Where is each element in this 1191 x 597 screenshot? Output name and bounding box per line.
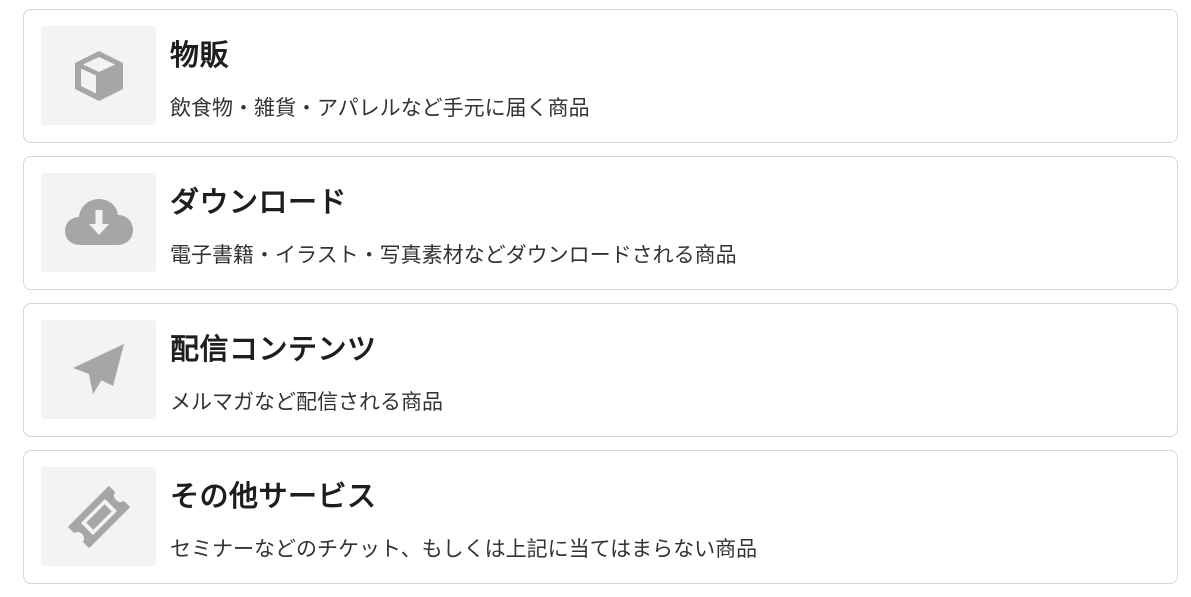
option-description: 飲食物・雑貨・アパレルなど手元に届く商品 — [170, 96, 590, 120]
product-type-option-other-service[interactable]: その他サービス セミナーなどのチケット、もしくは上記に当てはまらない商品 — [23, 450, 1178, 584]
icon-thumbnail — [41, 26, 156, 125]
icon-thumbnail — [41, 320, 156, 419]
icon-thumbnail — [41, 467, 156, 566]
option-description: メルマガなど配信される商品 — [170, 390, 443, 414]
icon-thumbnail — [41, 173, 156, 272]
paper-plane-icon — [72, 343, 124, 394]
option-title: 配信コンテンツ — [170, 332, 377, 366]
product-type-option-physical[interactable]: 物販 飲食物・雑貨・アパレルなど手元に届く商品 — [23, 9, 1178, 143]
option-description: セミナーなどのチケット、もしくは上記に当てはまらない商品 — [170, 537, 758, 561]
cloud-download-icon — [64, 198, 133, 245]
product-type-option-download[interactable]: ダウンロード 電子書籍・イラスト・写真素材などダウンロードされる商品 — [23, 156, 1178, 290]
box-icon — [74, 50, 123, 101]
option-description: 電子書籍・イラスト・写真素材などダウンロードされる商品 — [170, 243, 737, 267]
product-type-option-distribution[interactable]: 配信コンテンツ メルマガなど配信される商品 — [23, 303, 1178, 437]
ticket-icon — [67, 485, 130, 548]
option-title: ダウンロード — [170, 185, 348, 219]
option-title: 物販 — [170, 38, 230, 72]
product-type-list: 物販 飲食物・雑貨・アパレルなど手元に届く商品 ダウンロード 電子書籍・イラスト… — [23, 9, 1178, 597]
option-title: その他サービス — [170, 479, 377, 513]
